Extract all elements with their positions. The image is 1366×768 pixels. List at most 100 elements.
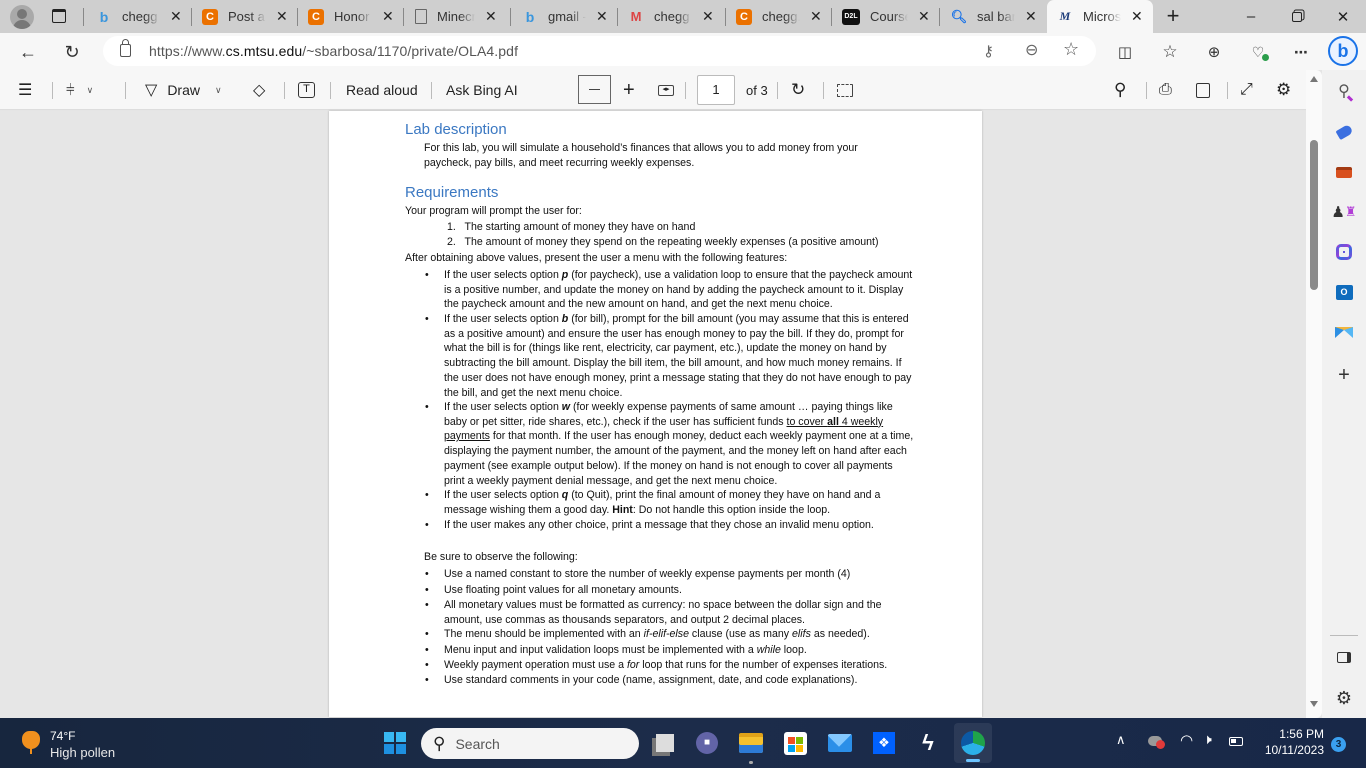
close-tab-icon[interactable]: ✕ [702,8,714,25]
app-lightning-button[interactable]: ϟ [912,727,944,759]
fullscreen-button[interactable]: ⤢ [1240,70,1253,110]
find-button[interactable]: ⚲ [1114,70,1126,110]
scrollbar-thumb[interactable] [1310,140,1318,290]
text-fragment: if-elif-else [643,628,689,640]
close-window-button[interactable]: ✕ [1320,0,1366,33]
highlight-button[interactable]: ⫩ ∨ [66,70,93,110]
favorites-button[interactable]: ☆ [1156,38,1184,66]
close-tab-icon[interactable]: ✕ [170,8,182,25]
rotate-button[interactable]: ↻ [791,70,805,110]
tab-chegg-com[interactable]: C chegg.c ✕ [736,4,822,29]
tab-actions-icon[interactable] [52,9,66,23]
taskbar-search-box[interactable]: ⚲ Search [421,728,639,759]
close-tab-icon[interactable]: ✕ [276,8,288,25]
url-text[interactable]: https://www.cs.mtsu.edu/~sbarbosa/1170/p… [149,43,518,59]
erase-button[interactable]: ◇ [253,70,265,110]
favorite-star-icon[interactable]: ☆ [1063,39,1079,60]
browser-essentials-button[interactable]: ♡ [1244,38,1272,66]
close-tab-icon[interactable]: ✕ [810,8,822,25]
minimize-button[interactable]: – [1228,0,1274,33]
toolbar-separator [284,82,285,99]
sidebar-outlook-icon[interactable]: O [1333,281,1355,303]
sidebar-microsoft365-icon[interactable] [1333,241,1355,263]
edge-button[interactable] [954,723,992,763]
notification-badge[interactable]: 3 [1331,737,1346,752]
address-bar[interactable]: https://www.cs.mtsu.edu/~sbarbosa/1170/p… [103,36,1096,66]
clock[interactable]: 1:56 PM 10/11/2023 [1254,726,1324,758]
sidebar-tools-icon[interactable] [1333,161,1355,183]
ask-bing-ai-button[interactable]: Ask Bing AI [446,70,518,110]
close-tab-icon[interactable]: ✕ [382,8,394,25]
page-view-button[interactable] [837,70,853,110]
bing-copilot-button[interactable]: b [1328,36,1358,66]
refresh-button[interactable]: ↻ [58,38,86,66]
weather-widget[interactable]: 74°F High pollen [18,727,128,761]
task-view-button[interactable] [649,727,681,759]
pdf-settings-button[interactable]: ⚙ [1276,70,1291,110]
page-number-input[interactable]: 1 [697,75,735,105]
tab-course[interactable]: D2L Course ✕ [842,4,930,29]
wifi-icon[interactable]: ◠ [1180,731,1193,749]
sidebar-settings-icon[interactable]: ⚙ [1333,687,1355,709]
volume-icon[interactable]: 🕨︎ [1203,731,1212,748]
dropbox-button[interactable]: ❖ [868,727,900,759]
tab-label: chegg - [654,9,692,24]
tab-chegg-1[interactable]: b chegg - ✕ [96,4,182,29]
battery-icon[interactable] [1229,737,1243,746]
chevron-down-icon[interactable]: ∨ [87,85,94,96]
zoom-out-page-icon[interactable]: ⊖ [1025,40,1038,60]
bing-icon: b [525,8,535,25]
sidebar-games-icon[interactable]: ♟ ♜ [1331,201,1356,223]
teams-chat-button[interactable]: ■ [691,727,723,759]
split-screen-button[interactable]: ◫ [1111,38,1139,66]
scroll-up-arrow[interactable] [1310,76,1318,82]
tab-minecraft[interactable]: Minecra ✕ [415,4,497,29]
tab-gmail[interactable]: b gmail - ✕ [522,4,608,29]
mail-button[interactable] [824,727,856,759]
hide-sidebar-icon[interactable] [1333,646,1355,668]
text-fragment: If the user selects option [444,401,562,413]
sidebar-search-icon[interactable]: ⚲ [1333,80,1355,102]
zoom-out-button[interactable] [578,75,611,104]
tab-separator [617,8,618,26]
show-hidden-icons-button[interactable]: ∧ [1116,732,1126,748]
print-button[interactable]: ⎙ [1159,70,1172,110]
profile-avatar[interactable] [10,5,34,29]
close-tab-icon[interactable]: ✕ [596,8,608,25]
more-menu-button[interactable]: ⋯ [1287,38,1315,66]
tab-honor[interactable]: C Honor C ✕ [308,4,394,29]
collections-button[interactable]: ⊕ [1200,38,1228,66]
file-explorer-button[interactable] [735,727,767,764]
tab-post-a[interactable]: C Post a n ✕ [202,4,288,29]
sidebar-drop-icon[interactable] [1333,321,1355,343]
new-tab-button[interactable]: + [1160,3,1186,29]
tab-microsoft-active[interactable]: M Microso ✕ [1047,0,1153,33]
sidebar-shopping-icon[interactable] [1333,121,1355,143]
close-tab-icon[interactable]: ✕ [485,8,497,25]
onedrive-error-icon[interactable] [1148,736,1165,749]
tab-sal-barb[interactable]: 🔍︎ sal barb ✕ [951,4,1037,29]
password-key-icon[interactable]: ⚷ [983,42,994,60]
draw-button[interactable]: ▽ Draw ∨ [145,70,222,110]
read-aloud-button[interactable]: Read aloud [346,70,418,110]
add-text-button[interactable]: T [298,70,315,110]
sidebar-add-icon[interactable]: + [1333,364,1355,386]
pdf-viewer[interactable]: Lab description For this lab, you will s… [0,111,1306,718]
gmail-icon: M [630,9,642,24]
scroll-down-arrow[interactable] [1310,701,1318,707]
start-button[interactable] [379,727,411,759]
restore-button[interactable] [1274,0,1320,33]
close-tab-icon[interactable]: ✕ [1131,8,1143,25]
tab-chegg-2[interactable]: M chegg - ✕ [628,4,714,29]
table-of-contents-button[interactable]: ☰ [18,70,32,110]
back-button[interactable]: ← [14,38,42,66]
lock-icon[interactable] [120,39,131,57]
save-button[interactable] [1196,70,1210,110]
vertical-scrollbar[interactable] [1306,70,1322,718]
fit-to-width-button[interactable]: ◂▸ [658,70,674,110]
close-tab-icon[interactable]: ✕ [918,8,930,25]
close-tab-icon[interactable]: ✕ [1025,8,1037,25]
zoom-in-button[interactable]: + [623,70,635,110]
microsoft-store-button[interactable] [779,727,811,759]
chevron-down-icon[interactable]: ∨ [215,85,222,96]
